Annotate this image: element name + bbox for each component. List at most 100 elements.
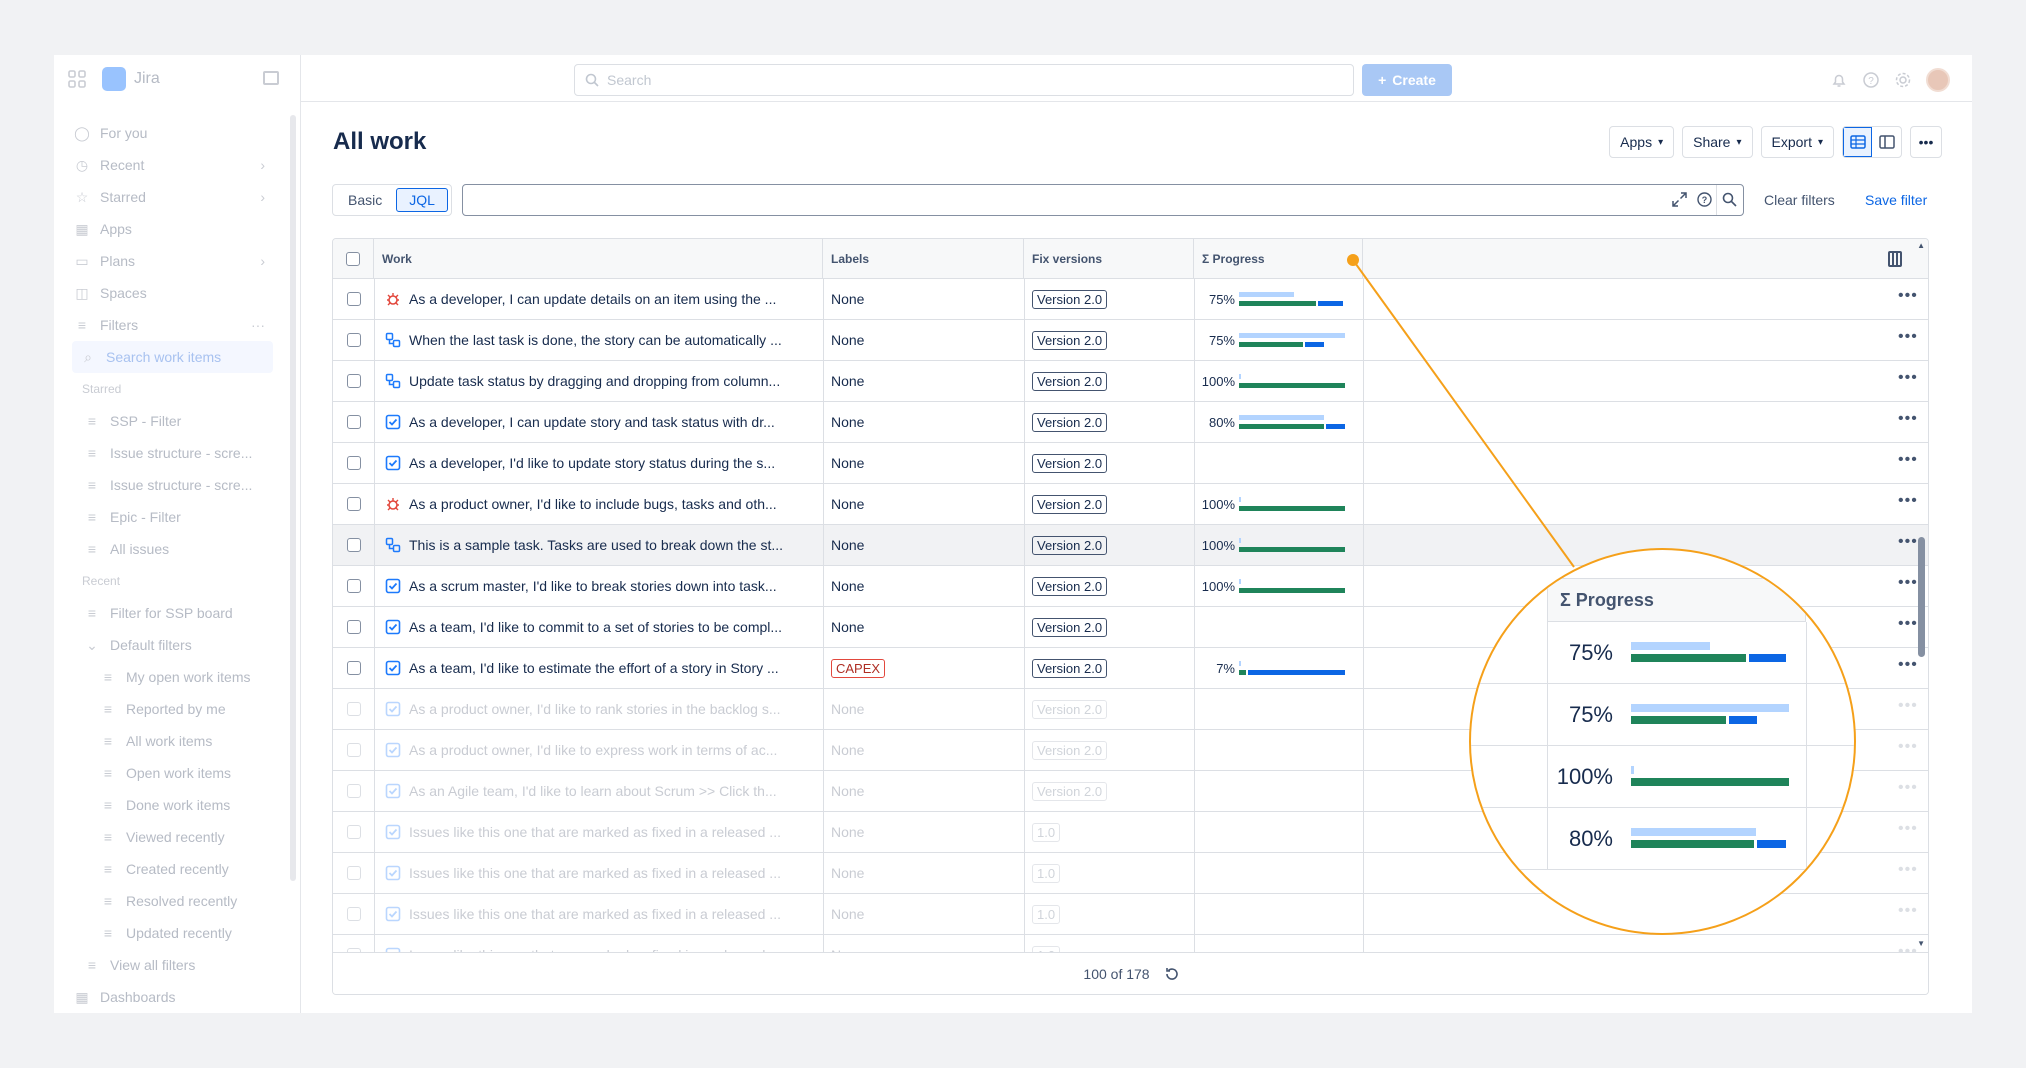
row-checkbox[interactable]	[346, 907, 361, 921]
starred-filter-item[interactable]: ≡ Epic - Filter	[54, 501, 301, 533]
search-input[interactable]: Search	[574, 64, 1354, 96]
table-row[interactable]: As a developer, I can update story and t…	[333, 402, 1928, 443]
help-icon[interactable]: ?	[1862, 71, 1880, 89]
fix-version-badge[interactable]: Version 2.0	[1032, 453, 1108, 473]
fix-version-badge[interactable]: Version 2.0	[1032, 658, 1108, 678]
work-item-summary[interactable]: As a developer, I'd like to update story…	[409, 455, 775, 471]
table-scroll-thumb[interactable]	[1918, 537, 1925, 657]
table-row[interactable]: As a product owner, I'd like to include …	[333, 484, 1928, 525]
work-item-summary[interactable]: As a developer, I can update details on …	[409, 291, 776, 307]
fix-version-badge[interactable]: 1.0	[1032, 904, 1061, 924]
jql-query-input[interactable]: ?	[462, 184, 1744, 216]
work-cell[interactable]: As a developer, I can update story and t…	[385, 402, 815, 442]
work-item-summary[interactable]: As a product owner, I'd like to include …	[409, 496, 777, 512]
jql-help-icon[interactable]: ?	[1697, 192, 1712, 207]
sidebar-item-search-work-items[interactable]: ⌕ Search work items	[72, 341, 273, 373]
default-filter-item[interactable]: ≡ My open work items	[54, 661, 301, 693]
export-button[interactable]: Export ▾	[1760, 126, 1834, 158]
row-checkbox[interactable]	[346, 866, 361, 880]
work-item-summary[interactable]: Issues like this one that are marked as …	[409, 824, 781, 840]
work-item-summary[interactable]: Issues like this one that are marked as …	[409, 865, 781, 881]
scroll-up-icon[interactable]: ▲	[1917, 241, 1925, 250]
jira-logo-icon[interactable]	[102, 66, 126, 91]
work-item-summary[interactable]: Issues like this one that are marked as …	[409, 906, 781, 922]
work-item-summary[interactable]: As an Agile team, I'd like to learn abou…	[409, 783, 777, 799]
row-checkbox[interactable]	[346, 497, 361, 511]
work-cell[interactable]: As a team, I'd like to estimate the effo…	[385, 648, 815, 688]
row-checkbox[interactable]	[346, 620, 361, 634]
sidebar-item-apps[interactable]: ▦ Apps	[54, 213, 301, 245]
sidebar-item-filters[interactable]: ≡ Filters ···	[54, 309, 301, 341]
user-avatar[interactable]	[1926, 68, 1950, 92]
column-header-work[interactable]: Work	[374, 239, 823, 279]
table-scrollbar[interactable]: ▲ ▼	[1914, 239, 1928, 954]
fix-version-badge[interactable]: Version 2.0	[1032, 576, 1108, 596]
fix-version-badge[interactable]: Version 2.0	[1032, 535, 1108, 555]
work-item-summary[interactable]: As a team, I'd like to commit to a set o…	[409, 619, 782, 635]
work-item-summary[interactable]: As a team, I'd like to estimate the effo…	[409, 660, 779, 676]
starred-filter-item[interactable]: ≡ All issues	[54, 533, 301, 565]
sidebar-scrollbar[interactable]	[290, 115, 296, 881]
starred-filter-item[interactable]: ≡ SSP - Filter	[54, 405, 301, 437]
row-checkbox[interactable]	[346, 292, 361, 306]
fix-version-badge[interactable]: 1.0	[1032, 863, 1061, 883]
fix-version-badge[interactable]: Version 2.0	[1032, 289, 1108, 309]
recent-filter-item[interactable]: ≡ Filter for SSP board	[54, 597, 301, 629]
sidebar-item-plans[interactable]: ▭ Plans ›	[54, 245, 301, 277]
work-cell[interactable]: Issues like this one that are marked as …	[385, 894, 815, 934]
chevron-right-icon[interactable]: ›	[260, 253, 265, 269]
work-item-summary[interactable]: As a developer, I can update story and t…	[409, 414, 775, 430]
clear-filters-link[interactable]: Clear filters	[1764, 192, 1835, 208]
column-header-fix-versions[interactable]: Fix versions	[1024, 239, 1194, 279]
work-cell[interactable]: As an Agile team, I'd like to learn abou…	[385, 771, 815, 811]
default-filter-item[interactable]: ≡ Resolved recently	[54, 885, 301, 917]
row-checkbox[interactable]	[346, 374, 361, 388]
brand-name[interactable]: Jira	[134, 70, 160, 88]
expand-icon[interactable]	[1672, 192, 1687, 207]
jql-mode-button[interactable]: JQL	[396, 188, 448, 212]
row-checkbox[interactable]	[346, 661, 361, 675]
settings-gear-icon[interactable]	[1894, 71, 1912, 89]
row-checkbox[interactable]	[346, 538, 361, 552]
work-item-summary[interactable]: This is a sample task. Tasks are used to…	[409, 537, 783, 553]
share-button[interactable]: Share ▾	[1682, 126, 1753, 158]
work-cell[interactable]: Issues like this one that are marked as …	[385, 853, 815, 893]
work-cell[interactable]: As a scrum master, I'd like to break sto…	[385, 566, 815, 606]
row-checkbox[interactable]	[346, 743, 361, 757]
app-switcher-icon[interactable]	[68, 69, 86, 88]
chevron-right-icon[interactable]: ›	[260, 189, 265, 205]
fix-version-badge[interactable]: Version 2.0	[1032, 412, 1108, 432]
basic-mode-button[interactable]: Basic	[336, 188, 394, 212]
default-filters-group[interactable]: ⌄ Default filters	[54, 629, 301, 661]
row-checkbox[interactable]	[346, 702, 361, 716]
row-checkbox[interactable]	[346, 579, 361, 593]
table-row[interactable]: As a developer, I can update details on …	[333, 279, 1928, 320]
sidebar-item-dashboards[interactable]: ▦ Dashboards	[54, 981, 301, 1005]
list-view-icon[interactable]	[1843, 127, 1872, 157]
fix-version-badge[interactable]: Version 2.0	[1032, 781, 1108, 801]
work-item-summary[interactable]: As a scrum master, I'd like to break sto…	[409, 578, 777, 594]
work-item-summary[interactable]: As a product owner, I'd like to express …	[409, 742, 777, 758]
select-all-checkbox[interactable]	[346, 252, 360, 266]
work-cell[interactable]: As a developer, I'd like to update story…	[385, 443, 815, 483]
search-icon[interactable]	[1722, 192, 1737, 207]
fix-version-badge[interactable]: Version 2.0	[1032, 494, 1108, 514]
table-row[interactable]: When the last task is done, the story ca…	[333, 320, 1928, 361]
default-filter-item[interactable]: ≡ All work items	[54, 725, 301, 757]
column-header-labels[interactable]: Labels	[823, 239, 1024, 279]
save-filter-link[interactable]: Save filter	[1865, 192, 1927, 208]
sidebar-item-starred[interactable]: ☆ Starred ›	[54, 181, 301, 213]
row-checkbox[interactable]	[346, 825, 361, 839]
work-item-summary[interactable]: When the last task is done, the story ca…	[409, 332, 782, 348]
row-checkbox[interactable]	[346, 784, 361, 798]
default-filter-item[interactable]: ≡ Updated recently	[54, 917, 301, 949]
column-picker-icon[interactable]	[1888, 251, 1902, 267]
fix-version-badge[interactable]: 1.0	[1032, 822, 1061, 842]
default-filter-item[interactable]: ≡ Reported by me	[54, 693, 301, 725]
default-filter-item[interactable]: ≡ Viewed recently	[54, 821, 301, 853]
collapse-sidebar-icon[interactable]	[263, 71, 279, 85]
table-row[interactable]: As a developer, I'd like to update story…	[333, 443, 1928, 484]
work-cell[interactable]: As a product owner, I'd like to rank sto…	[385, 689, 815, 729]
work-cell[interactable]: Issues like this one that are marked as …	[385, 812, 815, 852]
fix-version-badge[interactable]: Version 2.0	[1032, 371, 1108, 391]
